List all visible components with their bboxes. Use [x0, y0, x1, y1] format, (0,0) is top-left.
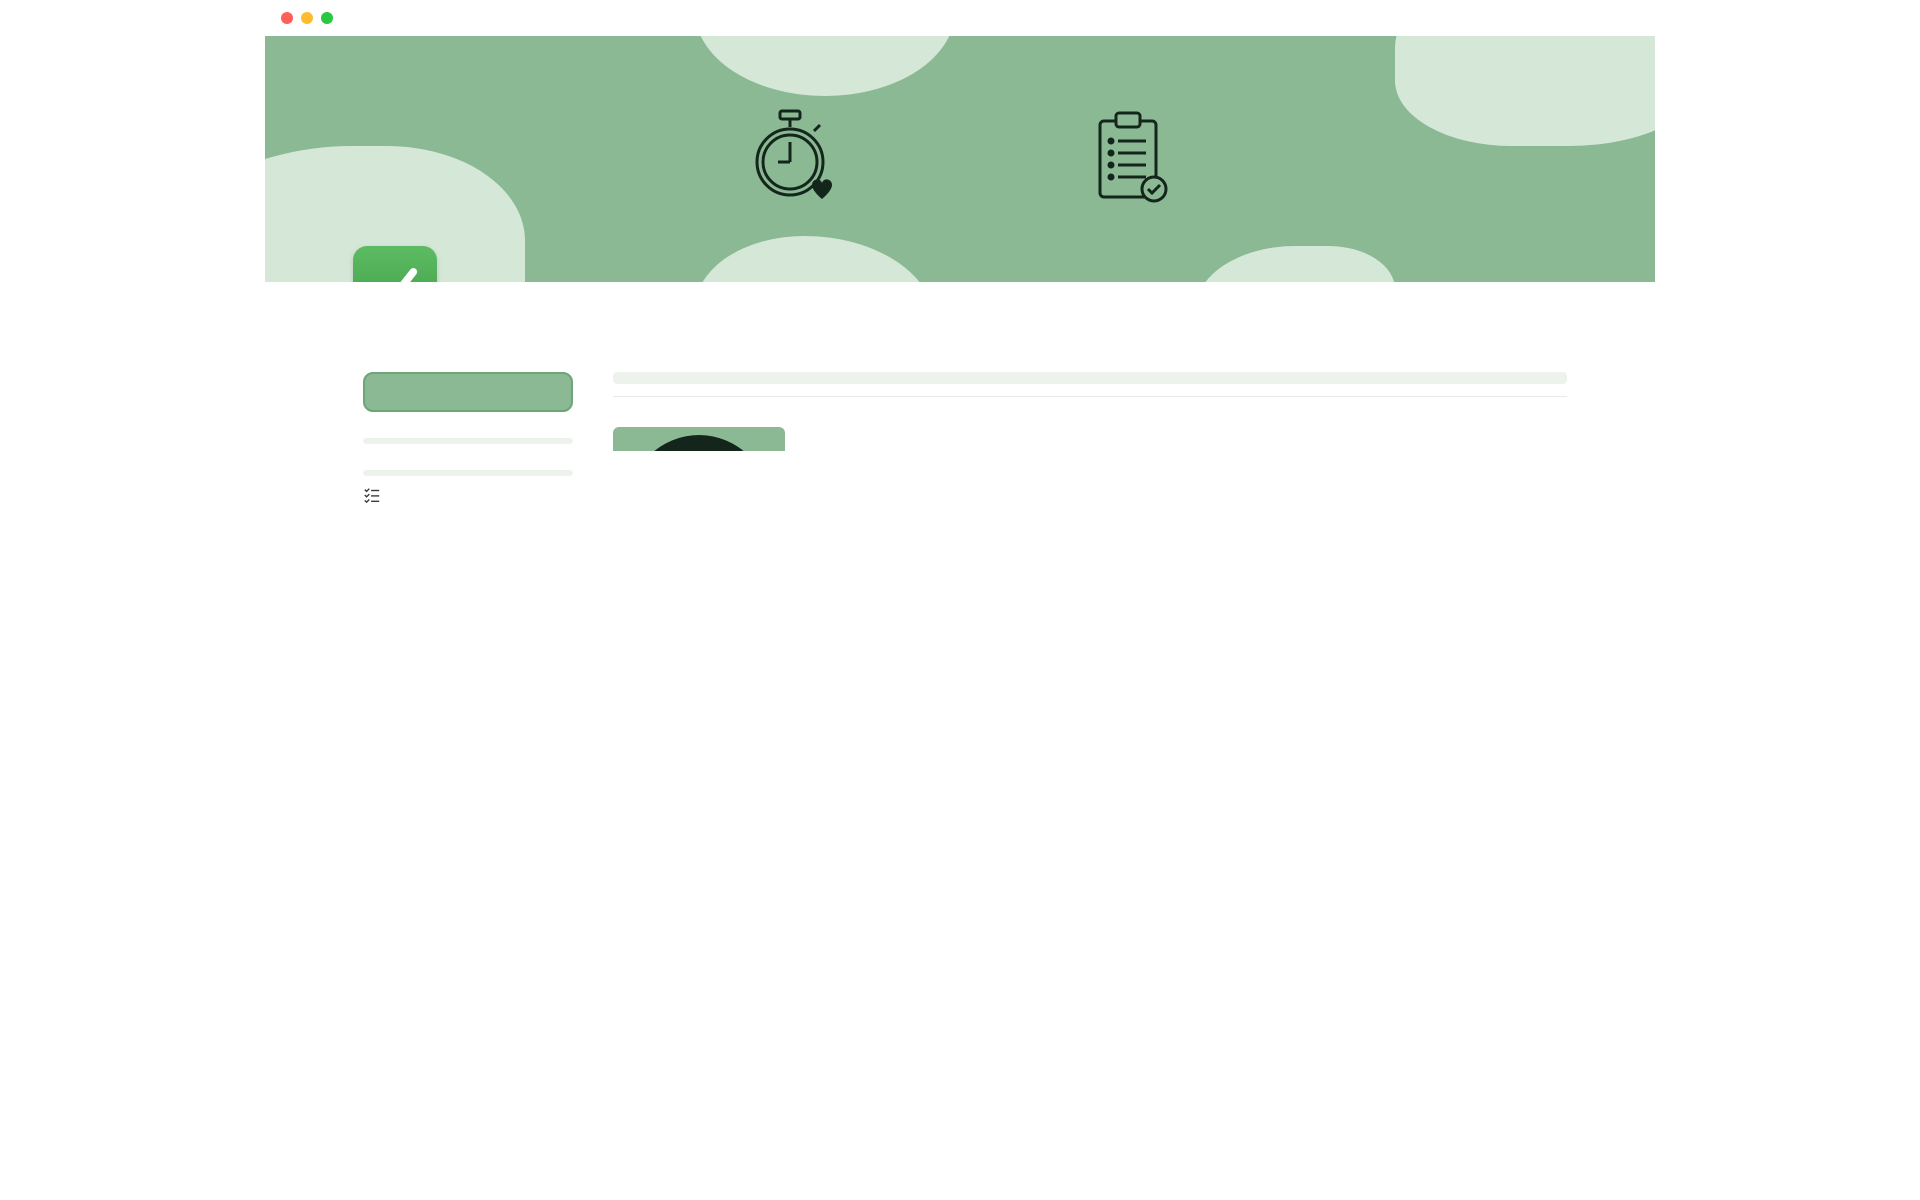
window-titlebar: [265, 0, 1655, 36]
stopwatch-heart-icon: [740, 107, 840, 211]
clock-widget: [363, 372, 573, 412]
page-cover: [265, 36, 1655, 282]
minimize-window-button[interactable]: [301, 12, 313, 24]
habits-heading: [613, 372, 1567, 384]
close-window-button[interactable]: [281, 12, 293, 24]
quick-buttons-heading: [363, 438, 573, 444]
maximize-window-button[interactable]: [321, 12, 333, 24]
clipboard-check-icon: [1080, 107, 1180, 211]
page-link-heading: [363, 470, 573, 476]
page-icon[interactable]: [353, 246, 437, 282]
view-tabs: [613, 396, 1567, 397]
checklist-icon[interactable]: [363, 486, 573, 509]
day-card-partial[interactable]: [613, 427, 785, 451]
